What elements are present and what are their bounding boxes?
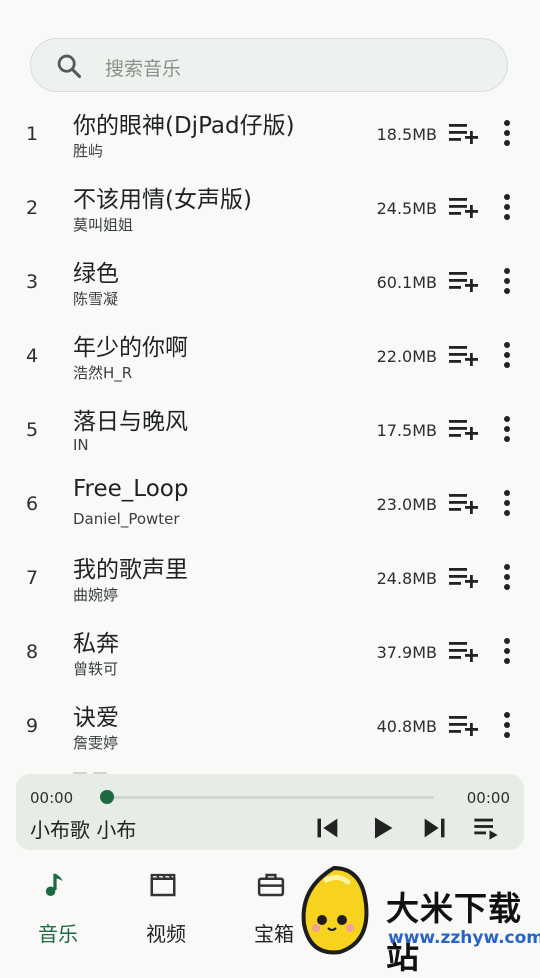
song-title: 不该用情(女声版): [73, 187, 252, 213]
song-row[interactable]: 7 我的歌声里曲婉婷 24.8MB: [0, 542, 540, 616]
song-row[interactable]: 9 诀爱詹雯婷 40.8MB: [0, 690, 540, 764]
song-artist: 胜屿: [73, 142, 104, 160]
watermark-url: www.zzhyw.com: [388, 928, 540, 948]
add-to-queue-icon[interactable]: [448, 343, 480, 367]
more-options-icon[interactable]: [496, 340, 518, 370]
song-size: 60.1MB: [376, 273, 437, 292]
song-number: 9: [26, 715, 39, 737]
add-to-queue-icon[interactable]: [448, 417, 480, 441]
playlist-icon[interactable]: [472, 814, 500, 842]
nav-item-video[interactable]: 视频: [112, 858, 212, 960]
song-row[interactable]: 6 Free_Loop Daniel_Powter 23.0MB: [0, 468, 540, 542]
play-icon[interactable]: [368, 814, 396, 842]
song-number: 1: [26, 123, 39, 145]
more-options-icon[interactable]: [496, 192, 518, 222]
song-size: 40.8MB: [376, 717, 437, 736]
more-options-icon[interactable]: [496, 488, 518, 518]
add-to-queue-icon[interactable]: [448, 639, 480, 663]
song-number: 6: [26, 493, 39, 515]
next-icon[interactable]: [420, 814, 448, 842]
song-number: 8: [26, 641, 39, 663]
more-options-icon[interactable]: [496, 710, 518, 740]
song-size: 22.0MB: [376, 347, 437, 366]
song-number: 7: [26, 567, 39, 589]
song-title: 你的眼神(DjPad仔版): [73, 113, 295, 139]
song-artist: 浩然H_R: [73, 364, 133, 382]
search-icon: [57, 54, 82, 79]
song-number: 3: [26, 271, 39, 293]
song-number: 5: [26, 419, 39, 441]
song-artist: 陈雪凝: [73, 290, 119, 308]
song-size: 17.5MB: [376, 421, 437, 440]
more-options-icon[interactable]: [496, 414, 518, 444]
song-size: 24.5MB: [376, 199, 437, 218]
add-to-queue-icon[interactable]: [448, 491, 480, 515]
song-artist: Daniel_Powter: [73, 510, 180, 528]
nav-label-music: 音乐: [38, 922, 78, 946]
song-artist: 詹雯婷: [73, 734, 119, 752]
song-title: 诀爱: [73, 705, 119, 731]
film-icon: [150, 873, 176, 897]
more-options-icon[interactable]: [496, 266, 518, 296]
mini-player[interactable]: 00:00 00:00 小布歌 小布: [16, 774, 524, 850]
song-row[interactable]: 5 落日与晚风 IN 17.5MB: [0, 394, 540, 468]
progress-track[interactable]: [106, 796, 434, 799]
watermark-mascot-icon: [301, 865, 369, 955]
song-title: 落日与晚风: [73, 409, 188, 435]
more-options-icon[interactable]: [496, 562, 518, 592]
song-row[interactable]: 8 私奔曾轶可 37.9MB: [0, 616, 540, 690]
current-time: 00:00: [30, 789, 74, 807]
more-options-icon[interactable]: [496, 118, 518, 148]
toolbox-icon: [257, 873, 285, 897]
previous-icon[interactable]: [314, 814, 342, 842]
total-time: 00:00: [466, 789, 510, 807]
add-to-queue-icon[interactable]: [448, 195, 480, 219]
song-size: 24.8MB: [376, 569, 437, 588]
music-note-icon: [45, 873, 63, 896]
song-row[interactable]: 4 年少的你啊浩然H_R 22.0MB: [0, 320, 540, 394]
nav-item-music[interactable]: 音乐: [4, 858, 104, 960]
song-title: 私奔: [73, 631, 119, 657]
add-to-queue-icon[interactable]: [448, 713, 480, 737]
search-placeholder: 搜索音乐: [105, 58, 182, 80]
song-row[interactable]: 3 绿色陈雪凝 60.1MB: [0, 246, 540, 320]
nav-label-video: 视频: [146, 922, 186, 946]
song-number: 2: [26, 197, 39, 219]
now-playing-title: 小布歌 小布: [30, 818, 137, 842]
song-size: 23.0MB: [376, 495, 437, 514]
song-row[interactable]: 1 你的眼神(DjPad仔版) 胜屿 18.5MB: [0, 98, 540, 172]
song-artist: 曾轶可: [73, 660, 119, 678]
progress-knob[interactable]: [100, 790, 114, 804]
add-to-queue-icon[interactable]: [448, 121, 480, 145]
song-artist: 曲婉婷: [73, 586, 119, 604]
song-number: 4: [26, 345, 39, 367]
song-size: 37.9MB: [376, 643, 437, 662]
song-size: 18.5MB: [376, 125, 437, 144]
more-options-icon[interactable]: [496, 636, 518, 666]
song-artist: IN: [73, 436, 89, 454]
add-to-queue-icon[interactable]: [448, 565, 480, 589]
song-title: Free_Loop: [73, 476, 189, 502]
watermark: 大米下载站 www.zzhyw.com: [296, 862, 540, 976]
search-bar[interactable]: 搜索音乐: [30, 38, 508, 92]
song-artist: 莫叫姐姐: [73, 216, 134, 234]
song-title: 绿色: [73, 261, 119, 287]
add-to-queue-icon[interactable]: [448, 269, 480, 293]
song-title: 年少的你啊: [73, 335, 188, 361]
song-row[interactable]: 2 不该用情(女声版) 莫叫姐姐 24.5MB: [0, 172, 540, 246]
song-title: 我的歌声里: [73, 557, 188, 583]
